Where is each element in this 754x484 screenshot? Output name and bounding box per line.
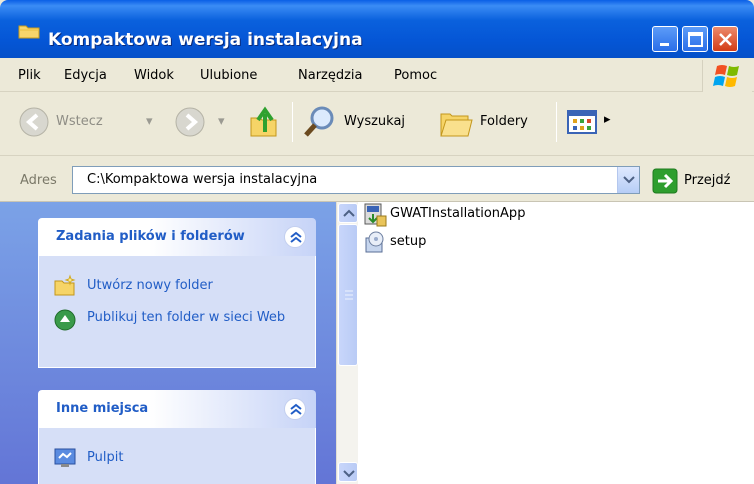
explorer-body: Zadania plików i folderów Utwórz nowy fo… [0,202,754,484]
publish-web-icon [53,308,77,332]
file-tasks-panel: Utwórz nowy folder Publikuj ten folder w… [38,256,316,368]
views-icon [567,110,597,134]
folder-icon [18,23,40,39]
folders-icon [440,113,473,137]
views-dropdown-icon[interactable]: ▸ [604,112,611,127]
create-new-folder-link[interactable]: Utwórz nowy folder [87,276,213,296]
file-item[interactable]: setup [362,230,482,256]
back-button[interactable]: Wstecz ▾ [16,106,166,140]
menu-favorites[interactable]: Ulubione [200,68,257,83]
back-label: Wstecz [56,114,103,129]
search-label: Wyszukaj [344,114,406,129]
back-arrow-icon [18,106,50,142]
collapse-chevron-icon[interactable] [284,226,306,248]
desktop-link[interactable]: Pulpit [87,448,123,468]
menu-help[interactable]: Pomoc [394,68,437,83]
address-value: C:\Kompaktowa wersja instalacyjna [87,172,318,187]
close-button[interactable] [712,26,738,52]
toolbar: Wstecz ▾ ▾ Wyszukaj Foldery ▸ [0,92,754,156]
file-name: setup [390,234,427,249]
folders-label: Foldery [480,114,528,129]
scroll-up-button[interactable] [338,203,358,223]
file-tasks-header[interactable]: Zadania plików i folderów [38,218,316,256]
window-title: Kompaktowa wersja instalacyjna [48,30,363,50]
forward-dropdown-icon[interactable]: ▾ [218,114,225,129]
other-places-header[interactable]: Inne miejsca [38,390,316,428]
chevron-down-icon [623,176,635,184]
desktop-icon [53,446,77,470]
new-folder-icon [53,274,77,298]
address-dropdown-button[interactable] [617,167,639,193]
maximize-button[interactable] [682,26,708,52]
minimize-button[interactable] [652,26,678,52]
menu-tools[interactable]: Narzędzia [298,68,363,83]
other-places-panel: Pulpit [38,428,316,484]
file-item[interactable]: GWATInstallationApp [362,202,582,228]
menu-view[interactable]: Widok [134,68,174,83]
windows-logo-icon [702,60,752,92]
other-places-title: Inne miejsca [56,401,149,416]
scroll-thumb[interactable] [338,224,358,366]
scroll-down-button[interactable] [338,462,358,482]
magnifier-icon [304,106,334,137]
forward-arrow-icon [174,106,206,142]
search-button[interactable]: Wyszukaj [302,104,434,140]
forward-button[interactable]: ▾ [172,106,238,140]
go-arrow-icon [652,168,678,194]
address-label: Adres [20,173,57,188]
up-folder-icon [250,106,277,137]
menu-bar: Plik Edycja Widok Ulubione Narzędzia Pom… [0,58,754,92]
setup-icon [362,230,388,256]
chevron-down-icon [343,470,355,478]
address-bar: Adres C:\Kompaktowa wersja instalacyjna … [0,156,754,202]
task-pane: Zadania plików i folderów Utwórz nowy fo… [0,202,336,484]
title-bar[interactable]: Kompaktowa wersja instalacyjna [0,0,754,58]
views-button[interactable]: ▸ [566,108,618,138]
address-input[interactable]: C:\Kompaktowa wersja instalacyjna [72,166,640,194]
file-tasks-title: Zadania plików i folderów [56,229,245,244]
go-button[interactable]: Przejdź [652,168,752,194]
publish-folder-web-link[interactable]: Publikuj ten folder w sieci Web [87,308,307,328]
toolbar-separator [292,102,293,142]
go-label: Przejdź [684,173,731,188]
collapse-chevron-icon[interactable] [284,398,306,420]
back-dropdown-icon[interactable]: ▾ [146,114,153,129]
folders-button[interactable]: Foldery [438,104,550,140]
menu-edit[interactable]: Edycja [64,68,107,83]
menu-file[interactable]: Plik [18,68,41,83]
file-list: GWATInstallationApp setup [358,202,754,484]
toolbar-separator [556,102,557,142]
installer-app-icon [362,202,388,228]
chevron-up-icon [343,209,355,217]
vertical-scrollbar[interactable] [336,202,358,484]
file-name: GWATInstallationApp [390,206,526,221]
up-folder-button[interactable] [246,104,282,140]
